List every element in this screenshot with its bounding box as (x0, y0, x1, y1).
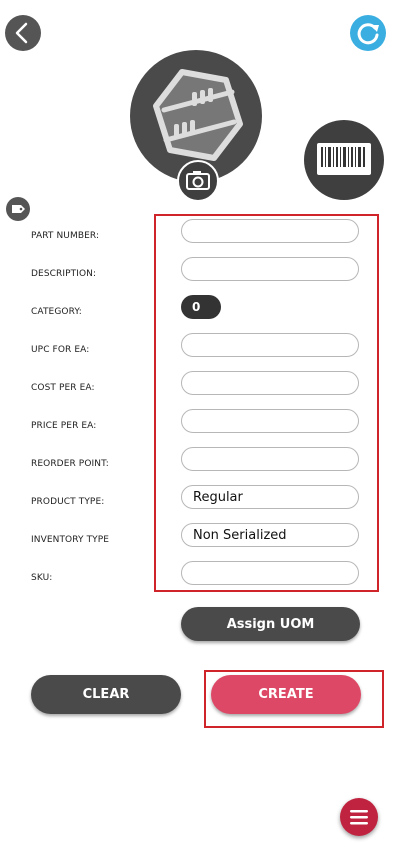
assign-uom-button[interactable]: Assign UOM (181, 607, 360, 641)
form-highlight-box (154, 214, 379, 592)
product-type-label: PRODUCT TYPE: (31, 497, 105, 507)
tag-icon (6, 197, 30, 221)
cost-label: COST PER EA: (31, 383, 95, 393)
category-label: CATEGORY: (31, 307, 82, 317)
camera-button[interactable] (177, 160, 219, 202)
description-label: DESCRIPTION: (31, 269, 97, 279)
chevron-left-icon (15, 22, 28, 44)
back-button[interactable] (5, 15, 41, 51)
barcode-scan-button[interactable] (304, 120, 384, 200)
refresh-icon (357, 23, 379, 45)
refresh-button[interactable] (350, 15, 386, 51)
reorder-point-label: REORDER POINT: (31, 459, 109, 469)
camera-icon (186, 171, 210, 190)
inventory-type-label: INVENTORY TYPE (31, 535, 110, 545)
price-label: PRICE PER EA: (31, 421, 97, 431)
create-highlight-box (204, 670, 384, 728)
upc-label: UPC FOR EA: (31, 345, 90, 355)
barcode-icon (317, 143, 371, 175)
clear-button[interactable]: CLEAR (31, 675, 181, 714)
hamburger-menu-icon (350, 810, 368, 825)
menu-button[interactable] (340, 798, 378, 836)
sku-label: SKU: (31, 573, 53, 583)
part-number-label: PART NUMBER: (31, 231, 100, 241)
